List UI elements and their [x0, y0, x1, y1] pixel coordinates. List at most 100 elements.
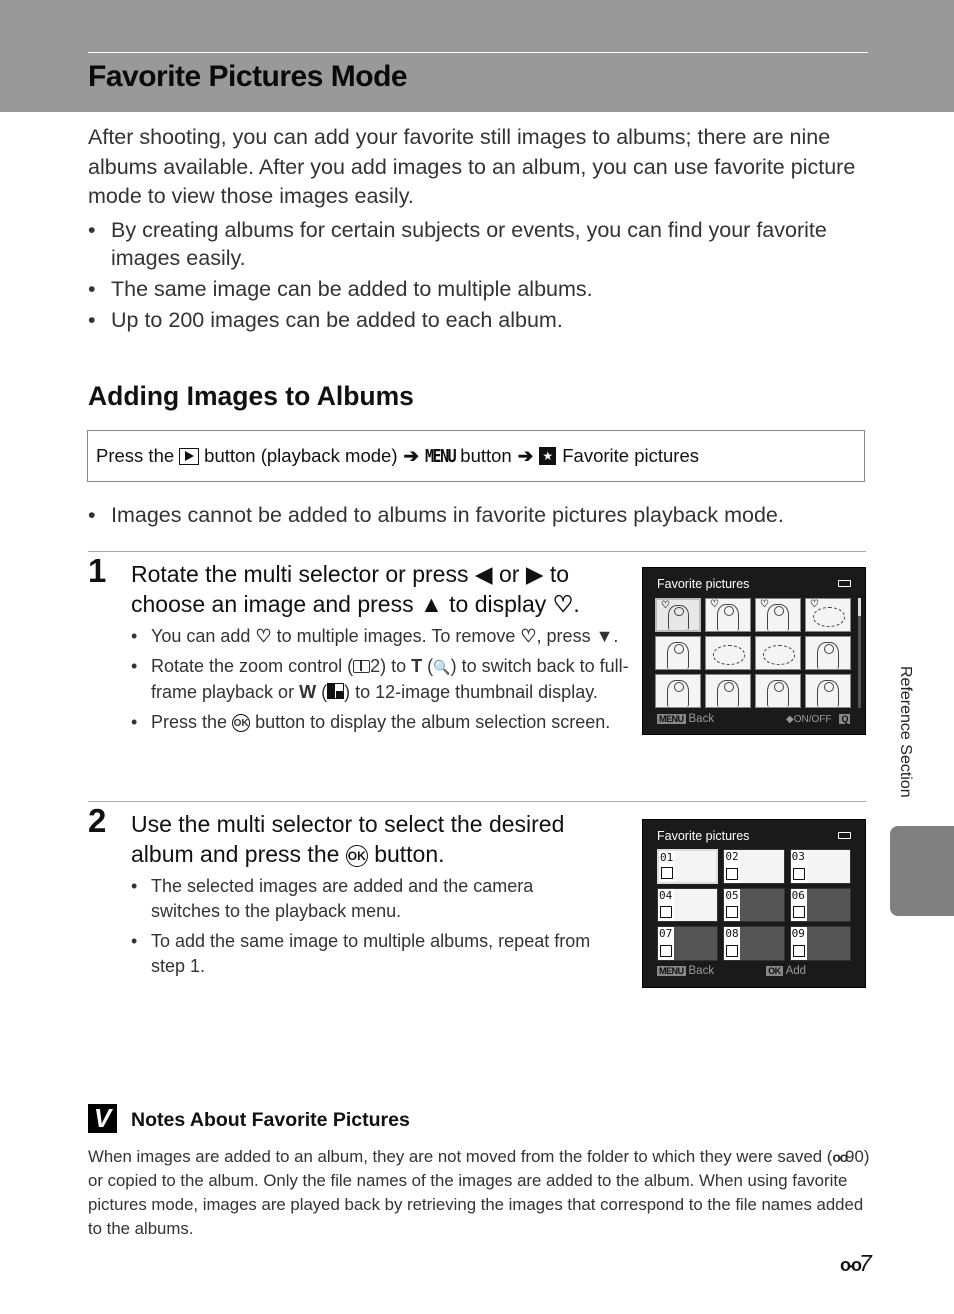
side-section-tab[interactable]	[890, 826, 954, 916]
portrait-image	[767, 679, 789, 707]
album-checkbox[interactable]	[660, 945, 672, 957]
favorite-heart-icon: ♡	[520, 626, 537, 646]
bullet-text: ) to	[380, 656, 407, 676]
album-checkbox[interactable]	[660, 906, 672, 919]
page-ref: 2	[370, 656, 381, 676]
album-number: 09	[791, 927, 805, 941]
page-number-value: 7	[858, 1250, 872, 1276]
favorite-heart-icon: ♡	[760, 599, 769, 610]
scrollbar[interactable]	[858, 598, 861, 708]
battery-icon	[838, 832, 851, 839]
bullet-text: Rotate the zoom control (	[151, 656, 354, 676]
thumbnail-grid: ♡ ♡ ♡ ♡	[655, 598, 851, 708]
album-checkbox[interactable]	[726, 945, 739, 957]
divider	[88, 551, 866, 552]
step2-bullets: The selected images are added and the ca…	[131, 874, 591, 984]
album-checkbox[interactable]	[792, 906, 805, 919]
list-item: To add the same image to multiple albums…	[131, 929, 591, 979]
thumbnail[interactable]	[705, 674, 751, 708]
notes-title: Notes About Favorite Pictures	[131, 1109, 410, 1131]
thumbnail[interactable]: ♡	[805, 598, 851, 632]
add-label: Add	[785, 965, 807, 977]
wide-w-icon: W	[299, 682, 317, 702]
arrow-icon: ➔	[517, 445, 534, 466]
camera-screen-albums: Favorite pictures 01 02 03 04 05 06 07 08 09 MEN…	[642, 819, 866, 988]
flower-image	[762, 645, 796, 665]
step-text: to display	[449, 590, 547, 617]
camera-screen-thumbnails: Favorite pictures ♡ ♡ ♡ ♡ MENU Back ◆ON/OFF…	[642, 567, 866, 735]
list-item: By creating albums for certain subjects …	[88, 216, 848, 272]
bullet-text: button to display the album selection sc…	[255, 712, 611, 732]
favorite-heart-icon: ♡	[552, 590, 574, 617]
thumbnail[interactable]	[805, 636, 851, 670]
section-note: Images cannot be added to albums in favo…	[88, 503, 784, 528]
divider	[88, 801, 866, 802]
notes-body: When images are added to an album, they …	[88, 1145, 873, 1241]
back-label: Back	[688, 713, 715, 725]
thumbnail[interactable]	[755, 636, 801, 670]
playback-button-icon	[179, 447, 200, 465]
album-slot[interactable]: 08	[723, 926, 785, 961]
scrollbar-thumb[interactable]	[858, 598, 861, 616]
album-slot[interactable]: 07	[657, 926, 719, 961]
album-slot[interactable]: 06	[789, 887, 851, 923]
menu-badge-icon: MENU	[657, 966, 686, 976]
ok-button-icon: OK	[232, 714, 251, 732]
thumbnail[interactable]	[805, 674, 851, 708]
album-checkbox[interactable]	[661, 866, 673, 879]
thumbnail[interactable]	[705, 636, 751, 670]
zoom-badge-icon: Q	[839, 714, 850, 724]
ok-badge-icon: OK	[766, 966, 783, 976]
bullet-text: Press the	[151, 712, 228, 732]
intro-paragraph: After shooting, you can add your favorit…	[88, 125, 856, 208]
album-number: 05	[725, 888, 739, 902]
album-checkbox[interactable]	[726, 867, 739, 880]
list-item: The selected images are added and the ca…	[131, 874, 591, 924]
album-checkbox[interactable]	[792, 945, 805, 957]
album-checkbox[interactable]	[726, 906, 739, 919]
album-number: 03	[791, 850, 805, 863]
back-label: Back	[688, 965, 715, 977]
album-slot[interactable]: 04	[657, 887, 719, 923]
favorite-heart-icon: ♡	[661, 600, 670, 611]
book-reference-icon	[353, 660, 371, 673]
page-ref: 90	[845, 1147, 864, 1166]
thumbnail[interactable]	[655, 674, 701, 708]
list-item: The same image can be added to multiple …	[88, 275, 848, 303]
flower-image	[712, 645, 746, 665]
tele-t-icon: T	[411, 656, 423, 676]
screen-title: Favorite pictures	[657, 577, 750, 591]
bullet-text: , press	[536, 626, 591, 646]
favorite-heart-icon: ♡	[810, 599, 819, 610]
thumbnail[interactable]	[655, 636, 701, 670]
page-header: Favorite Pictures Mode	[0, 0, 954, 112]
album-slot[interactable]: 01	[657, 849, 719, 884]
album-number: 07	[659, 927, 673, 941]
thumbnail[interactable]: ♡	[755, 598, 801, 632]
album-slot[interactable]: 03	[789, 849, 851, 884]
binoculars-icon: o-o	[840, 1255, 862, 1275]
figure-image	[817, 641, 839, 669]
list-item: Press the OK button to display the album…	[131, 710, 671, 735]
ok-button-icon: OK	[345, 844, 368, 867]
left-arrow-icon: ◀	[474, 561, 493, 587]
down-arrow-icon: ▼	[595, 626, 614, 646]
intro-bullets: By creating albums for certain subjects …	[88, 216, 848, 337]
notes-text: When images are added to an album, they …	[88, 1147, 833, 1166]
right-arrow-icon: ▶	[525, 561, 544, 587]
portrait-image	[667, 604, 689, 630]
album-checkbox[interactable]	[792, 867, 805, 880]
thumbnail[interactable]	[755, 674, 801, 708]
album-slot[interactable]: 09	[789, 926, 851, 961]
header-rule	[88, 52, 868, 53]
album-slot[interactable]: 02	[723, 849, 785, 884]
album-number: 08	[725, 927, 739, 941]
menu-button-icon: MENU	[425, 445, 457, 467]
album-number: 02	[725, 850, 739, 863]
album-slot[interactable]: 05	[723, 887, 785, 923]
thumbnail[interactable]: ♡	[705, 598, 751, 632]
figure-image	[767, 603, 789, 631]
binoculars-icon: o-o	[832, 1149, 848, 1165]
bullet-text: You can add	[151, 626, 251, 646]
thumbnail[interactable]: ♡	[655, 598, 701, 632]
